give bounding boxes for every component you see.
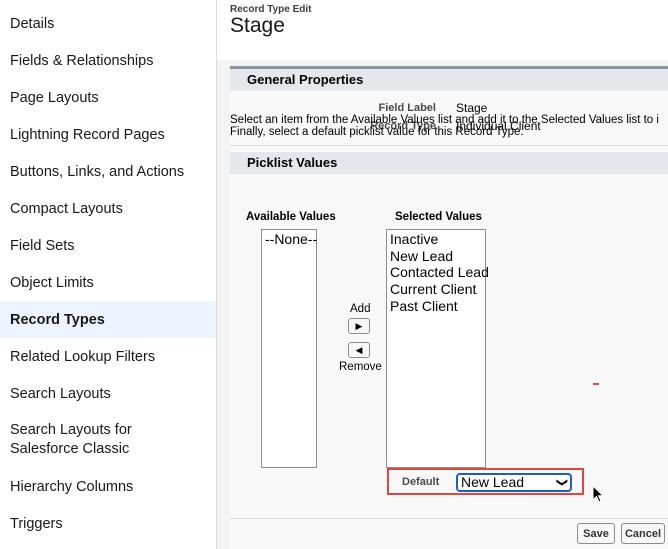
arrow-right-icon: ▶ xyxy=(355,320,363,331)
sidebar-item-label: Details xyxy=(10,15,55,32)
sidebar-item-label: Lightning Record Pages xyxy=(10,126,165,143)
sidebar-item-label: Triggers xyxy=(10,515,63,532)
list-item[interactable]: Current Client xyxy=(390,281,476,297)
list-item[interactable]: Past Client xyxy=(390,298,458,314)
sidebar-item-details[interactable]: Details xyxy=(0,5,216,42)
selected-values-list[interactable]: Inactive New Lead Contacted Lead Current… xyxy=(386,229,489,468)
default-label: Default xyxy=(402,476,440,488)
section-divider xyxy=(230,145,668,146)
sidebar-item-page-layouts[interactable]: Page Layouts xyxy=(0,79,216,116)
sidebar-item-label: Buttons, Links, and Actions xyxy=(10,163,185,180)
sidebar-item-label: Page Layouts xyxy=(10,89,99,106)
remove-button[interactable]: ◀ xyxy=(348,342,370,358)
general-properties-header: General Properties xyxy=(230,69,668,91)
add-label: Add xyxy=(350,303,371,315)
chevron-down-icon: ❯ xyxy=(555,477,568,488)
sidebar-item-lightning-record-pages[interactable]: Lightning Record Pages xyxy=(0,116,216,153)
sidebar-item-label: Object Limits xyxy=(10,274,94,291)
available-values-list[interactable]: --None-- xyxy=(261,229,317,468)
picklist-instructions: Select an item from the Available Values… xyxy=(230,114,668,138)
sidebar-item-label: Fields & Relationships xyxy=(10,52,154,69)
sidebar-item-search-layouts[interactable]: Search Layouts xyxy=(0,375,216,412)
sidebar-item-label: Search Layouts for Salesforce Classic xyxy=(10,422,132,457)
sidebar-item-record-types[interactable]: Record Types xyxy=(0,301,216,338)
selected-values-header: Selected Values xyxy=(395,211,482,223)
sidebar-item-field-sets[interactable]: Field Sets xyxy=(0,227,216,264)
instruction-line-1: Select an item from the Available Values… xyxy=(230,114,659,126)
add-button[interactable]: ▶ xyxy=(348,318,370,334)
sidebar-item-label: Hierarchy Columns xyxy=(10,478,134,495)
sidebar-item-object-limits[interactable]: Object Limits xyxy=(0,264,216,301)
sidebar-item-label: Compact Layouts xyxy=(10,200,123,217)
default-highlight-box: Default New Lead ❯ xyxy=(387,468,584,495)
default-select-value: New Lead xyxy=(461,474,525,490)
sidebar-item-fields-relationships[interactable]: Fields & Relationships xyxy=(0,42,216,79)
sidebar-item-buttons-links-actions[interactable]: Buttons, Links, and Actions xyxy=(0,153,216,190)
page-title: Stage xyxy=(230,14,285,37)
field-label-label: Field Label xyxy=(378,102,436,114)
list-item[interactable]: New Lead xyxy=(390,248,453,264)
sidebar-item-label: Field Sets xyxy=(10,237,75,254)
marker-dash xyxy=(593,383,599,385)
mouse-cursor-icon xyxy=(592,485,605,503)
list-item[interactable]: --None-- xyxy=(265,231,317,247)
sidebar-item-related-lookup-filters[interactable]: Related Lookup Filters xyxy=(0,338,216,375)
sidebar-item-label: Record Types xyxy=(10,311,105,328)
sidebar-item-label: Related Lookup Filters xyxy=(10,348,156,365)
sidebar-item-hierarchy-columns[interactable]: Hierarchy Columns xyxy=(0,468,216,505)
page-header: Record Type Edit Stage xyxy=(217,0,668,60)
arrow-left-icon: ◀ xyxy=(355,344,363,355)
instruction-line-2: Finally, select a default picklist value… xyxy=(230,126,524,138)
available-values-header: Available Values xyxy=(246,211,336,223)
sidebar-item-label: Search Layouts xyxy=(10,385,111,402)
footer-divider xyxy=(230,518,668,519)
save-button[interactable]: Save xyxy=(577,523,615,544)
default-value-select[interactable]: New Lead ❯ xyxy=(456,473,572,492)
main-content: Record Type Edit Stage General Propertie… xyxy=(217,0,668,549)
picklist-values-header: Picklist Values xyxy=(230,152,668,174)
list-item[interactable]: Inactive xyxy=(390,231,438,247)
sidebar-item-triggers[interactable]: Triggers xyxy=(0,505,216,542)
field-label-value: Stage xyxy=(456,101,488,115)
remove-label: Remove xyxy=(339,361,382,373)
setup-sidebar: Details Fields & Relationships Page Layo… xyxy=(0,0,217,549)
cancel-button[interactable]: Cancel xyxy=(621,523,665,544)
sidebar-item-compact-layouts[interactable]: Compact Layouts xyxy=(0,190,216,227)
sidebar-item-search-layouts-classic[interactable]: Search Layouts for Salesforce Classic xyxy=(0,421,216,467)
list-item[interactable]: Contacted Lead xyxy=(390,264,489,280)
